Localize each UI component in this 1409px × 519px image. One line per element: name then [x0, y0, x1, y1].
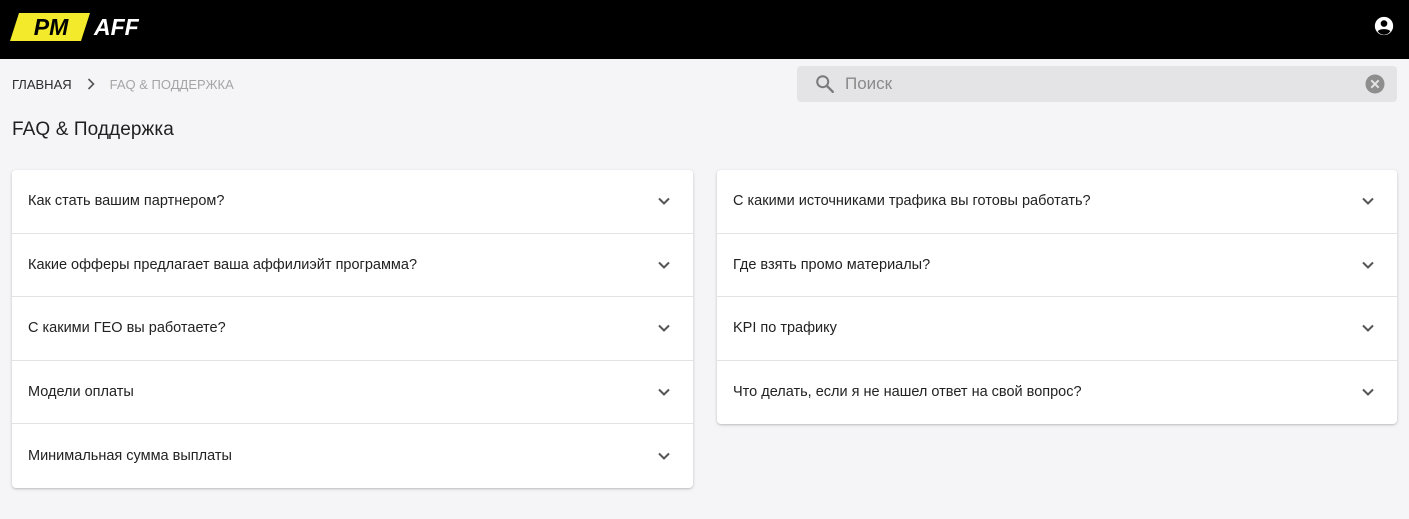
faq-item[interactable]: Где взять промо материалы?: [717, 234, 1397, 297]
chevron-down-icon[interactable]: [1361, 259, 1375, 271]
chevron-down-icon[interactable]: [1361, 195, 1375, 207]
faq-question: С какими ГЕО вы работаете?: [28, 320, 226, 337]
faq-item[interactable]: Что делать, если я не нашел ответ на сво…: [717, 361, 1397, 425]
faq-item[interactable]: Минимальная сумма выплаты: [12, 424, 693, 488]
page-title: FAQ & Поддержка: [12, 119, 174, 140]
breadcrumb-current: FAQ & Поддержка: [109, 76, 234, 92]
faq-item[interactable]: С какими ГЕО вы работаете?: [12, 297, 693, 361]
chevron-down-icon[interactable]: [657, 259, 671, 271]
pm-aff-logo[interactable]: PM AFF: [10, 12, 139, 42]
faq-question: Где взять промо материалы?: [733, 256, 931, 273]
faq-question: Минимальная сумма выплаты: [28, 448, 232, 465]
faq-question: С какими источниками трафика вы готовы р…: [733, 193, 1091, 210]
clear-search-icon[interactable]: [1365, 74, 1385, 94]
logo-pm-badge: PM: [10, 13, 90, 41]
logo-aff-text: AFF: [94, 13, 139, 40]
faq-item[interactable]: Как стать вашим партнером?: [12, 170, 693, 234]
chevron-right-icon: [87, 78, 95, 90]
search-input[interactable]: [845, 66, 1355, 102]
faq-list-left: Как стать вашим партнером? Какие офферы …: [12, 170, 693, 488]
account-circle-icon[interactable]: [1373, 15, 1395, 37]
faq-question: Какие офферы предлагает ваша аффилиэйт п…: [28, 256, 418, 273]
faq-question: Что делать, если я не нашел ответ на сво…: [733, 384, 1082, 401]
breadcrumb-home-link[interactable]: Главная: [12, 77, 72, 92]
search-bar: [797, 66, 1397, 102]
chevron-down-icon[interactable]: [1361, 386, 1375, 398]
faq-question: KPI по трафику: [733, 320, 837, 337]
faq-item[interactable]: Какие офферы предлагает ваша аффилиэйт п…: [12, 234, 693, 298]
chevron-down-icon[interactable]: [1361, 322, 1375, 334]
breadcrumb: Главная FAQ & Поддержка: [12, 76, 234, 92]
faq-question: Модели оплаты: [28, 384, 134, 401]
faq-item[interactable]: KPI по трафику: [717, 297, 1397, 361]
faq-question: Как стать вашим партнером?: [28, 193, 225, 210]
search-icon: [816, 75, 834, 93]
faq-item[interactable]: С какими источниками трафика вы готовы р…: [717, 170, 1397, 234]
faq-item[interactable]: Модели оплаты: [12, 361, 693, 425]
faq-list-right: С какими источниками трафика вы готовы р…: [717, 170, 1397, 424]
chevron-down-icon[interactable]: [657, 450, 671, 462]
chevron-down-icon[interactable]: [657, 195, 671, 207]
chevron-down-icon[interactable]: [657, 322, 671, 334]
chevron-down-icon[interactable]: [657, 386, 671, 398]
top-bar: PM AFF: [0, 0, 1409, 59]
